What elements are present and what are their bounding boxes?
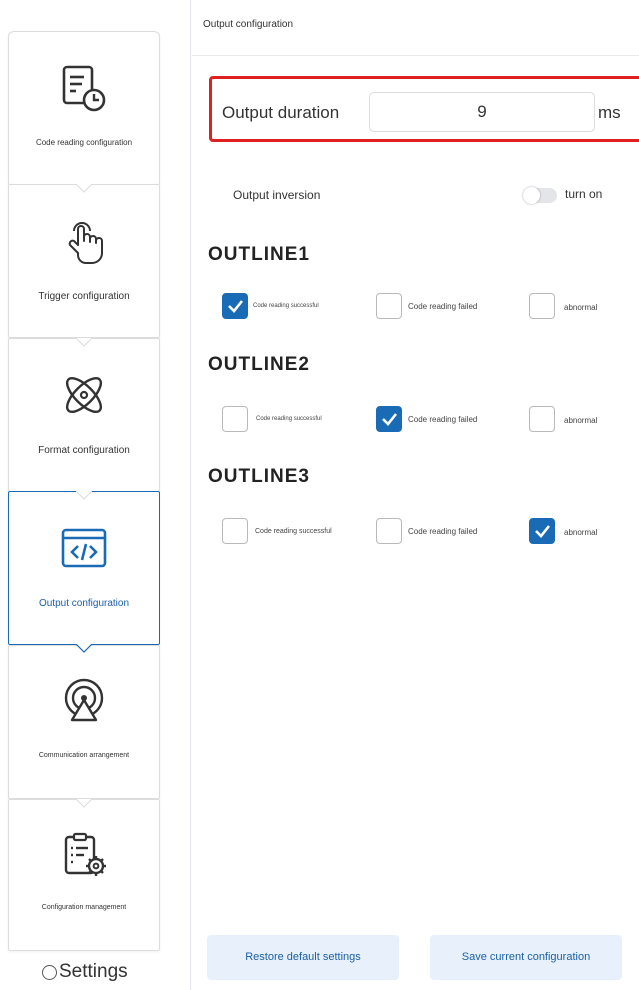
sidebar-item-code-reading[interactable]: Code reading configuration <box>8 31 160 185</box>
sidebar-item-label: Code reading configuration <box>35 138 133 147</box>
checkbox-label: Code reading failed <box>408 302 478 311</box>
settings-circle-icon <box>42 964 57 980</box>
toggle-text: turn on <box>565 187 603 201</box>
hand-pointer-icon <box>68 222 103 264</box>
checkbox-label: Code reading failed <box>408 527 478 536</box>
clipboard-gear-icon <box>64 832 106 876</box>
checkbox-label: Code reading successful <box>256 416 322 422</box>
check-icon <box>535 525 551 538</box>
output-inversion-toggle[interactable] <box>523 187 557 204</box>
outline3-success-checkbox[interactable] <box>222 518 248 544</box>
save-configuration-button[interactable]: Save current configuration <box>430 935 622 980</box>
outline1-title: OUTLINE1 <box>208 244 310 265</box>
outline2-failed-checkbox[interactable] <box>376 406 402 432</box>
sidebar-item-communication[interactable]: Communication arrangement <box>8 645 160 799</box>
outline2-title: OUTLINE2 <box>208 354 310 375</box>
check-icon <box>228 300 244 313</box>
card-connector <box>76 799 92 808</box>
check-icon <box>382 413 398 426</box>
sidebar: Code reading configuration Trigger confi… <box>0 0 175 990</box>
checkbox-label: Code reading successful <box>255 528 332 535</box>
card-connector <box>76 491 92 500</box>
outline2-abnormal-checkbox[interactable] <box>529 406 555 432</box>
outline1-abnormal-checkbox[interactable] <box>529 293 555 319</box>
outline3-abnormal-checkbox[interactable] <box>529 518 555 544</box>
page-title: Output configuration <box>203 19 294 30</box>
card-connector <box>76 184 92 193</box>
checkbox-label: abnormal <box>564 303 598 312</box>
checkbox-label: abnormal <box>564 528 598 537</box>
card-connector <box>76 644 92 653</box>
output-duration-unit: ms <box>598 103 621 122</box>
outline3-options: Code reading successful Code reading fai… <box>0 518 639 548</box>
header-divider <box>192 55 639 56</box>
outline2-success-checkbox[interactable] <box>222 406 248 432</box>
sidebar-item-label: Output configuration <box>38 598 130 609</box>
sidebar-item-output[interactable]: Output configuration <box>8 491 160 645</box>
output-duration-input[interactable]: 9 <box>369 92 595 132</box>
settings-label: Settings <box>59 961 128 982</box>
checkbox-label: Code reading successful <box>253 303 319 309</box>
sidebar-item-config-management[interactable]: Configuration management <box>8 799 160 951</box>
sidebar-divider <box>190 0 191 990</box>
signal-tower-icon <box>64 678 104 722</box>
outline1-success-checkbox[interactable] <box>222 293 248 319</box>
checkbox-label: Code reading failed <box>408 415 478 424</box>
restore-defaults-button[interactable]: Restore default settings <box>207 935 399 980</box>
outline1-options: Code reading successful Code reading fai… <box>0 293 639 323</box>
output-inversion-label: Output inversion <box>233 188 321 202</box>
outline3-failed-checkbox[interactable] <box>376 518 402 544</box>
sidebar-item-label: Format configuration <box>38 445 130 456</box>
checkbox-label: abnormal <box>564 416 598 425</box>
toggle-knob <box>523 187 540 204</box>
output-duration-group: Output duration 9 ms <box>209 76 639 142</box>
sidebar-item-label: Communication arrangement <box>38 752 130 759</box>
outline3-title: OUTLINE3 <box>208 466 310 487</box>
output-duration-label: Output duration <box>222 103 340 122</box>
card-connector <box>76 338 92 347</box>
document-clock-icon <box>62 65 106 112</box>
outline2-options: Code reading successful Code reading fai… <box>0 406 639 436</box>
settings-link[interactable]: Settings <box>42 961 128 983</box>
outline1-failed-checkbox[interactable] <box>376 293 402 319</box>
sidebar-item-label: Configuration management <box>41 904 127 911</box>
